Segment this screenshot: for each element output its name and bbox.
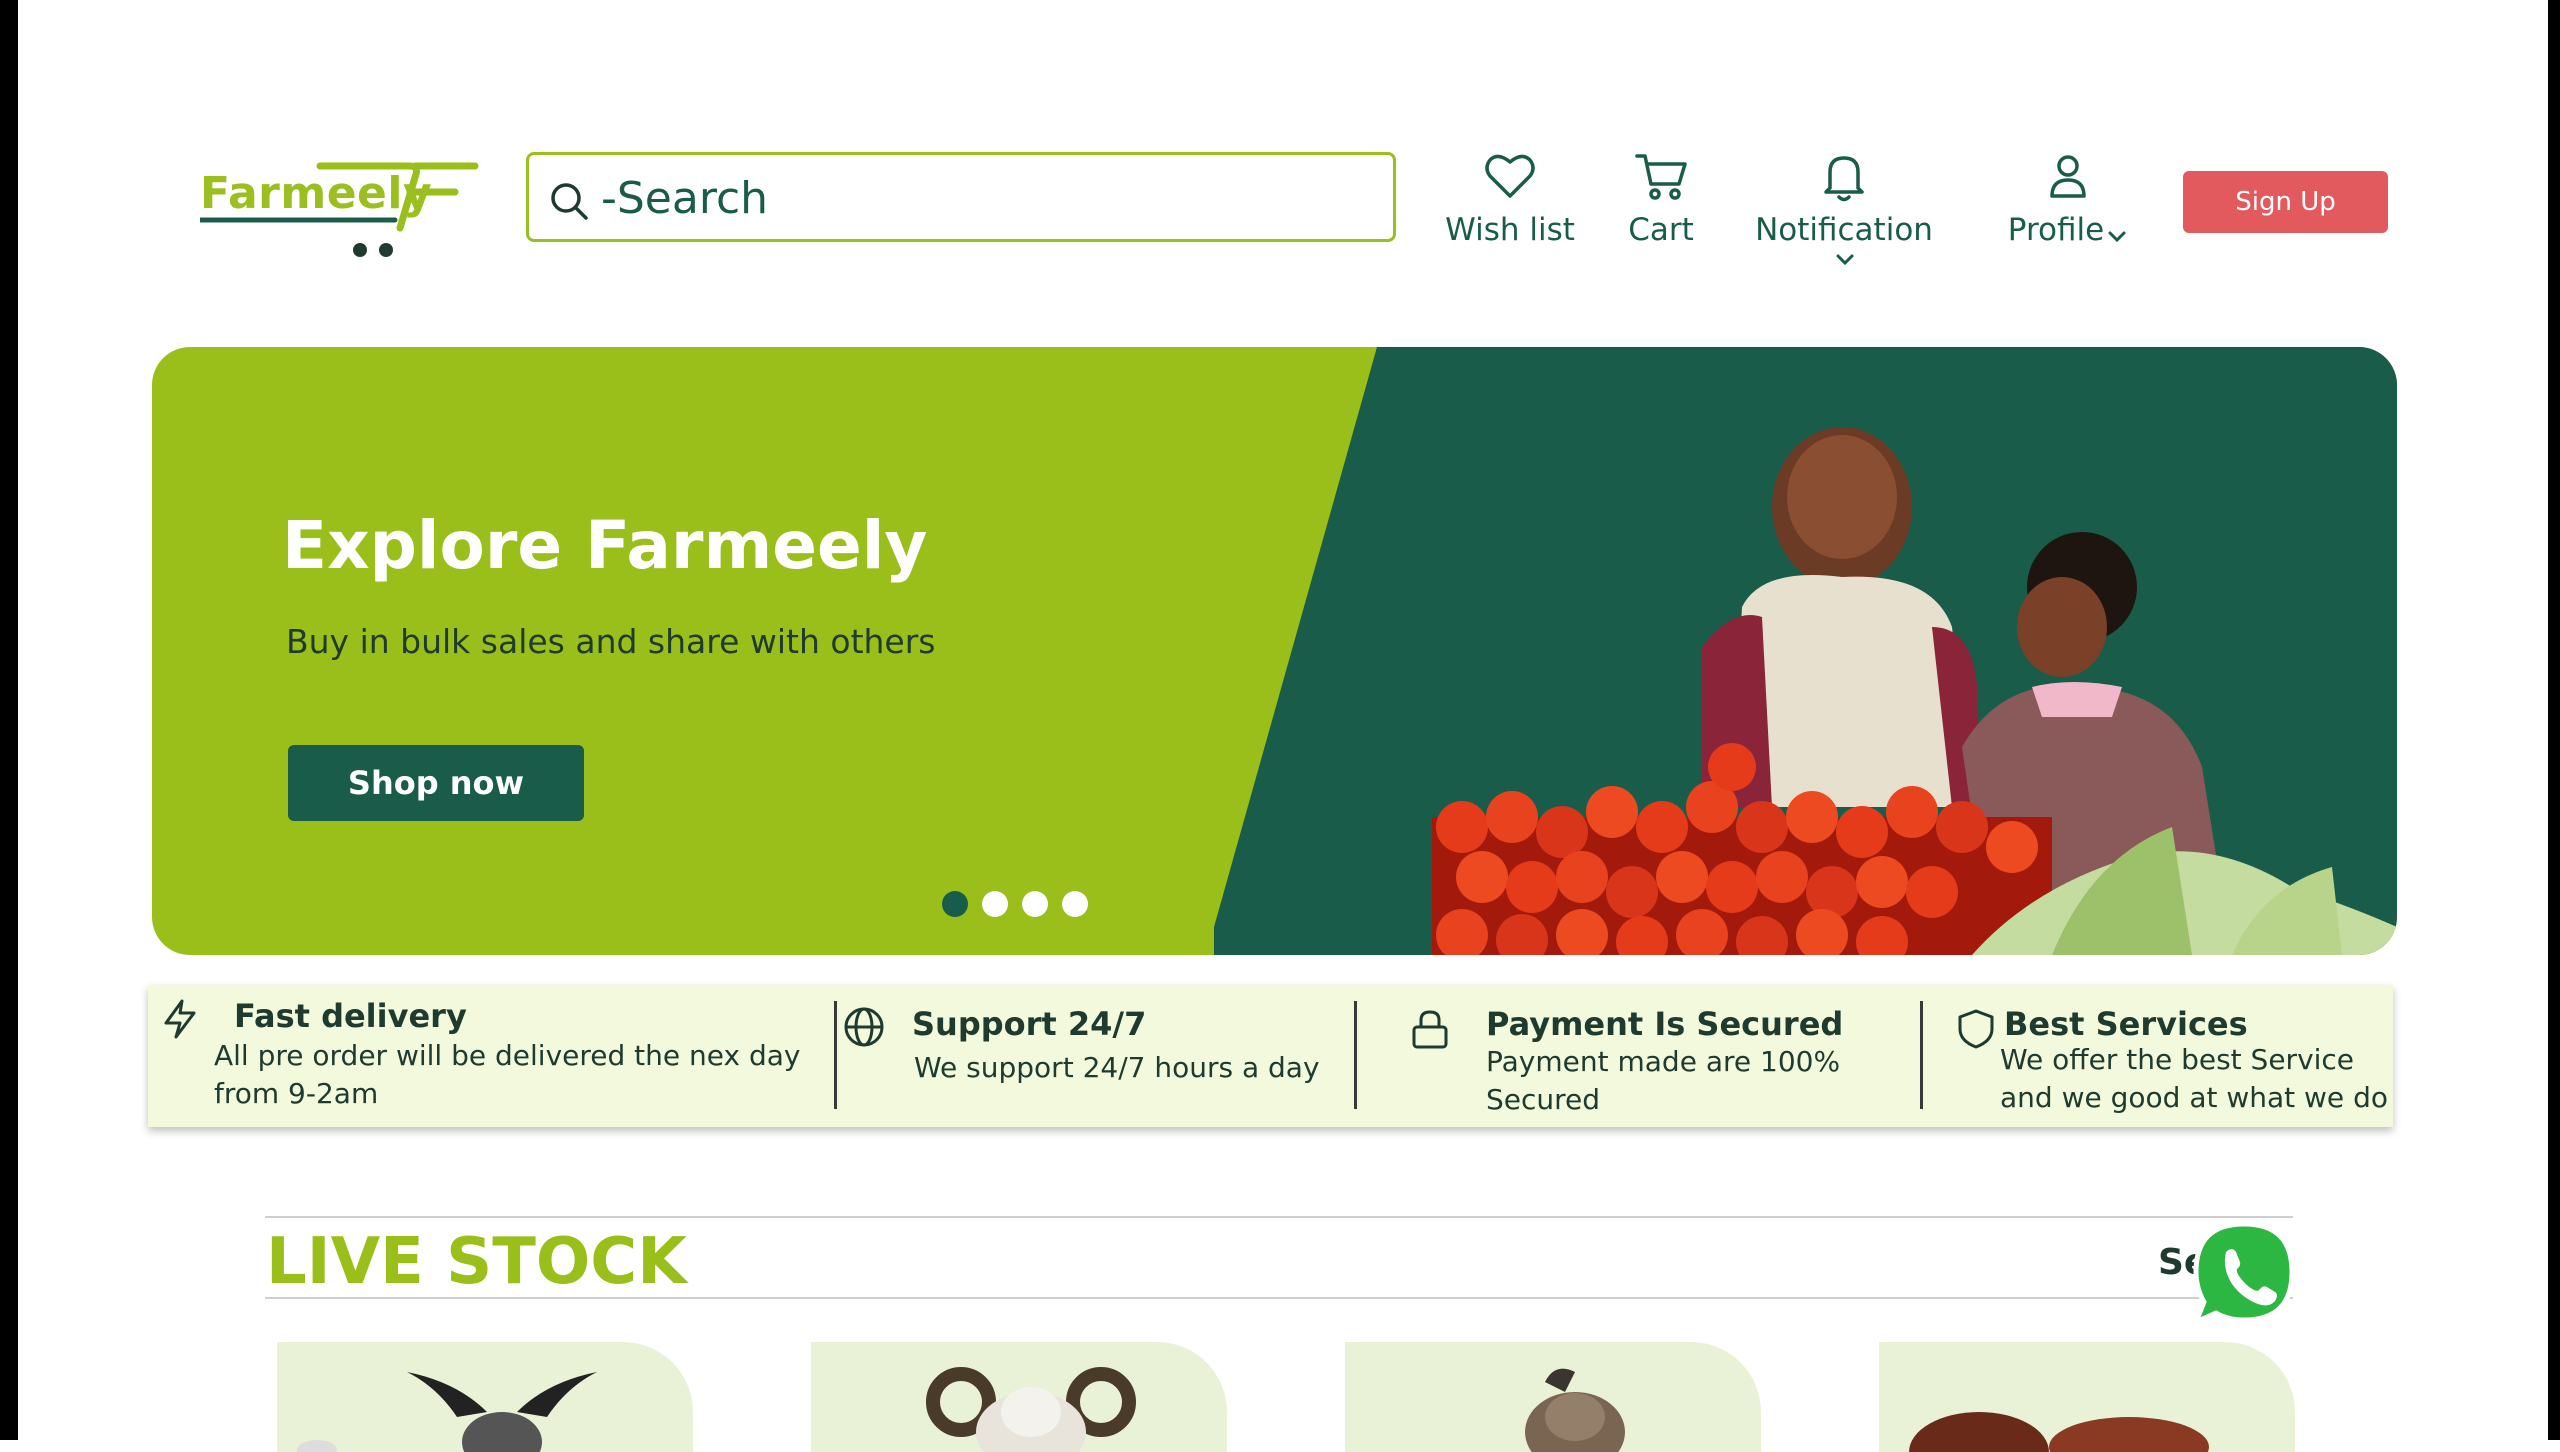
nav-profile[interactable]: Profile (2004, 148, 2132, 248)
ram-image (926, 1367, 1136, 1452)
nav-cart-label: Cart (1628, 212, 1694, 248)
feature-support: Support 24/7 We support 24/7 hours a day (838, 985, 1358, 1127)
bell-icon (1824, 156, 1864, 202)
nav-cart[interactable]: Cart (1618, 148, 1704, 248)
carousel-dot-1[interactable] (942, 891, 968, 917)
hero-photo-image (1432, 427, 2397, 955)
cattle-image (297, 1372, 597, 1452)
search-icon (551, 183, 588, 220)
nav-wishlist-label: Wish list (1445, 212, 1575, 248)
carousel-dots (942, 891, 1088, 917)
farmeely-logo[interactable]: Farmeely (200, 158, 480, 258)
chevron-down-icon (1836, 254, 1854, 266)
feature-payment: Payment Is Secured Payment made are 100%… (1358, 985, 1918, 1127)
feature-title: Best Services (2004, 1005, 2248, 1043)
feature-desc-line2: and we good at what we do (2000, 1081, 2388, 1114)
feature-desc-line1: We support 24/7 hours a day (914, 1051, 1320, 1084)
hero-subtitle: Buy in bulk sales and share with others (286, 622, 936, 661)
globe-icon (844, 1007, 884, 1047)
feature-best-services: Best Services We offer the best Service … (1924, 985, 2393, 1127)
carousel-dot-4[interactable] (1062, 891, 1088, 917)
section-divider-top (265, 1216, 2293, 1218)
sign-up-button[interactable]: Sign Up (2183, 171, 2388, 233)
feature-strip: Fast delivery All pre order will be deli… (148, 985, 2393, 1127)
livestock-card-cattle-2[interactable] (1879, 1342, 2295, 1452)
nav-notification[interactable]: Notification (1744, 148, 1944, 270)
feature-desc-line2: from 9-2am (214, 1077, 379, 1110)
nav-profile-label: Profile (2007, 212, 2105, 248)
livestock-card-ram[interactable] (811, 1342, 1227, 1452)
brown-cattle-image (1909, 1412, 2209, 1452)
hero-title: Explore Farmeely (282, 507, 928, 584)
carousel-dot-3[interactable] (1022, 891, 1048, 917)
chevron-down-icon (2108, 231, 2126, 242)
search-input[interactable] (599, 165, 1363, 231)
feature-title: Fast delivery (234, 997, 467, 1035)
feature-desc-line1: All pre order will be delivered the nex … (214, 1039, 801, 1072)
feature-desc-line2: Secured (1486, 1083, 1601, 1116)
section-divider-bottom (265, 1297, 2293, 1299)
search-bar[interactable] (526, 152, 1396, 242)
feature-divider (1920, 1001, 1923, 1109)
heart-icon (1485, 154, 1535, 198)
shield-icon (1958, 1009, 1994, 1049)
feature-divider (1354, 1001, 1357, 1109)
livestock-card-goat[interactable] (1345, 1342, 1761, 1452)
window-edge-right (2548, 0, 2560, 1440)
cart-icon (1635, 154, 1687, 200)
nav-notification-label: Notification (1755, 212, 1933, 248)
feature-title: Payment Is Secured (1486, 1005, 1844, 1043)
whatsapp-icon[interactable] (2188, 1218, 2300, 1330)
livestock-title: LIVE STOCK (266, 1225, 687, 1299)
feature-divider (834, 1001, 837, 1109)
window-edge-left (0, 0, 18, 1440)
feature-title: Support 24/7 (912, 1005, 1147, 1043)
nav-wishlist[interactable]: Wish list (1440, 148, 1580, 248)
feature-desc-line1: We offer the best Service (2000, 1043, 2355, 1076)
carousel-dot-2[interactable] (982, 891, 1008, 917)
hero-banner: Explore Farmeely Buy in bulk sales and s… (152, 347, 2397, 955)
logo-text: Farmeely (200, 168, 433, 219)
feature-desc-line1: Payment made are 100% (1486, 1045, 1841, 1078)
feature-fast-delivery: Fast delivery All pre order will be deli… (148, 985, 838, 1127)
livestock-card-cattle[interactable] (277, 1342, 693, 1452)
goat-image (1525, 1368, 1625, 1452)
user-icon (2050, 155, 2086, 198)
lightning-icon (164, 999, 196, 1039)
lock-icon (1412, 1010, 1448, 1049)
shop-now-button[interactable]: Shop now (288, 745, 584, 821)
